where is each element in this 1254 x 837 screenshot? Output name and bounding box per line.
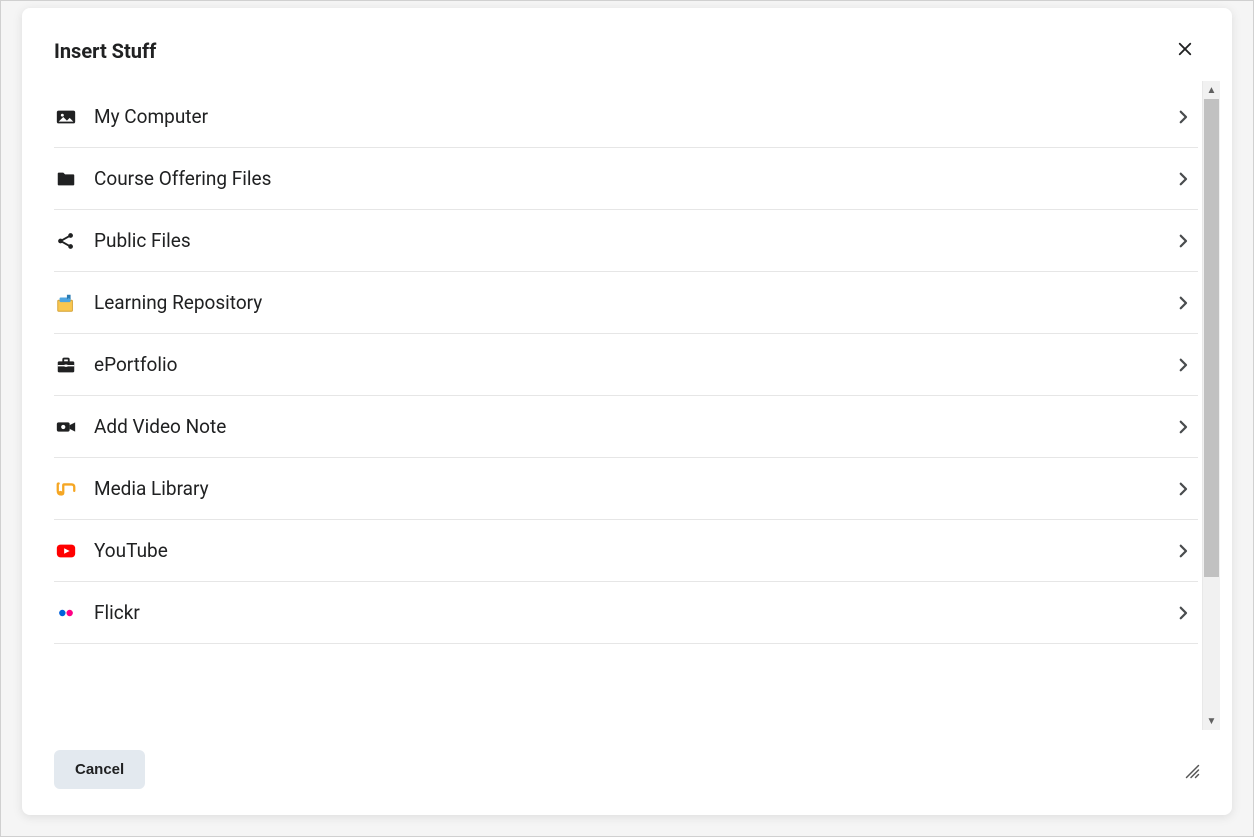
list-item-youtube[interactable]: YouTube: [54, 520, 1198, 582]
close-icon: [1176, 40, 1194, 61]
list-item-label: YouTube: [94, 539, 1158, 562]
list-item-label: Add Video Note: [94, 415, 1158, 438]
image-icon: [54, 106, 78, 128]
list-wrapper: My Computer Course Offering Files: [54, 81, 1202, 730]
modal-body: My Computer Course Offering Files: [22, 81, 1232, 730]
list-item-course-offering-files[interactable]: Course Offering Files: [54, 148, 1198, 210]
video-camera-icon: [54, 416, 78, 438]
share-icon: [54, 230, 78, 252]
chevron-right-icon: [1174, 170, 1192, 188]
modal-header: Insert Stuff: [22, 8, 1232, 81]
modal-title: Insert Stuff: [54, 39, 156, 63]
close-button[interactable]: [1170, 34, 1200, 67]
modal-footer: Cancel: [22, 730, 1232, 815]
list-item-label: Media Library: [94, 477, 1158, 500]
chevron-right-icon: [1174, 232, 1192, 250]
cancel-button[interactable]: Cancel: [54, 750, 145, 789]
chevron-right-icon: [1174, 294, 1192, 312]
list-item-label: Flickr: [94, 601, 1158, 624]
chevron-right-icon: [1174, 604, 1192, 622]
list-item-learning-repository[interactable]: Learning Repository: [54, 272, 1198, 334]
list-item-eportfolio[interactable]: ePortfolio: [54, 334, 1198, 396]
scroll-thumb[interactable]: [1204, 99, 1219, 577]
scrollbar[interactable]: ▲ ▼: [1202, 81, 1220, 730]
scroll-down-arrow-icon[interactable]: ▼: [1203, 712, 1220, 730]
chevron-right-icon: [1174, 480, 1192, 498]
chevron-right-icon: [1174, 356, 1192, 374]
folder-icon: [54, 168, 78, 190]
media-library-icon: [54, 478, 78, 500]
list-item-label: Public Files: [94, 229, 1158, 252]
list-item-label: Learning Repository: [94, 291, 1158, 314]
scroll-track[interactable]: [1203, 99, 1220, 712]
list-item-flickr[interactable]: Flickr: [54, 582, 1198, 644]
insert-source-list: My Computer Course Offering Files: [54, 81, 1198, 644]
scroll-up-arrow-icon[interactable]: ▲: [1203, 81, 1220, 99]
list-item-add-video-note[interactable]: Add Video Note: [54, 396, 1198, 458]
chevron-right-icon: [1174, 418, 1192, 436]
briefcase-icon: [54, 354, 78, 376]
resize-handle-icon[interactable]: [1182, 761, 1200, 779]
youtube-icon: [54, 540, 78, 562]
chevron-right-icon: [1174, 108, 1192, 126]
insert-stuff-modal: Insert Stuff: [22, 8, 1232, 815]
list-item-public-files[interactable]: Public Files: [54, 210, 1198, 272]
list-item-label: Course Offering Files: [94, 167, 1158, 190]
repository-icon: [54, 292, 78, 314]
list-item-my-computer[interactable]: My Computer: [54, 81, 1198, 148]
list-item-label: ePortfolio: [94, 353, 1158, 376]
list-item-label: My Computer: [94, 105, 1158, 128]
flickr-icon: [54, 602, 78, 624]
chevron-right-icon: [1174, 542, 1192, 560]
list-item-media-library[interactable]: Media Library: [54, 458, 1198, 520]
